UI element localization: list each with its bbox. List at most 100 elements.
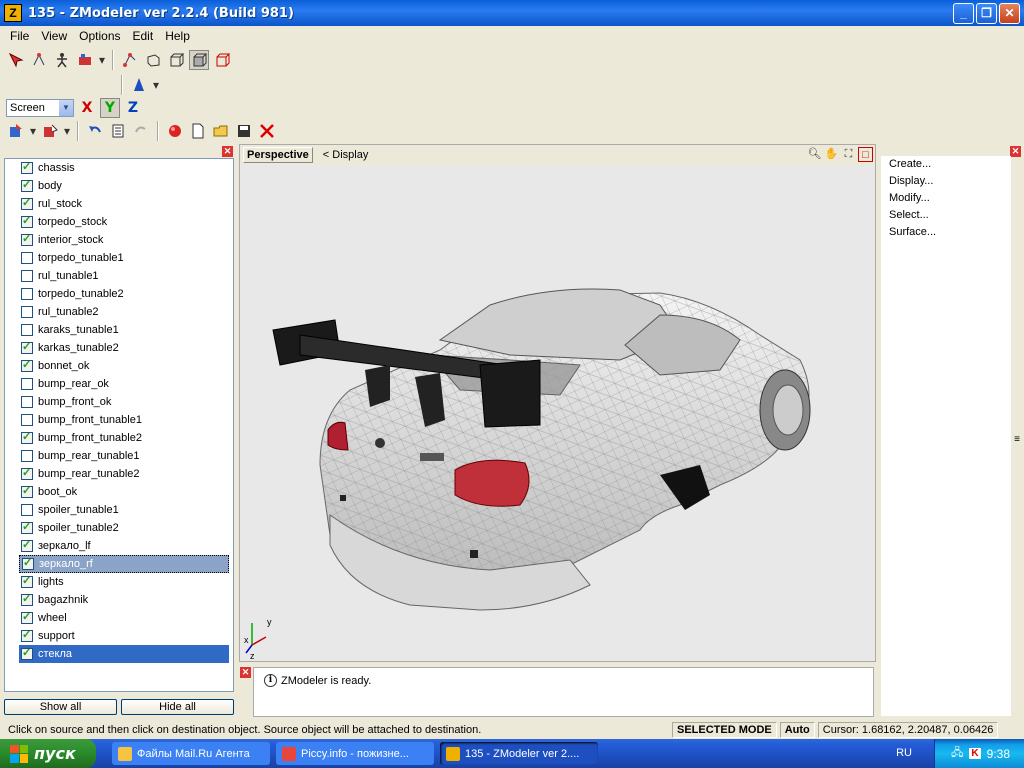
hide-all-button[interactable]: Hide all <box>121 699 234 715</box>
show-all-button[interactable]: Show all <box>4 699 117 715</box>
visibility-checkbox[interactable] <box>22 556 34 570</box>
object-list-item[interactable]: lights <box>5 573 233 591</box>
close-file-icon[interactable] <box>257 121 277 141</box>
visibility-checkbox[interactable] <box>21 378 33 390</box>
visibility-checkbox[interactable] <box>21 628 33 642</box>
visibility-checkbox[interactable] <box>21 592 33 606</box>
axis-y-toggle[interactable]: Y <box>100 98 120 118</box>
pan-hand-icon[interactable]: ✋ <box>824 147 839 162</box>
object-list-item[interactable]: spoiler_tunable2 <box>5 519 233 537</box>
display-toggle[interactable]: < Display <box>323 149 369 161</box>
visibility-checkbox[interactable] <box>21 160 33 174</box>
close-button[interactable]: ✕ <box>999 3 1020 24</box>
object-list-item[interactable]: зеркало_rf <box>19 555 229 573</box>
object-list-item[interactable]: bonnet_ok <box>5 357 233 375</box>
visibility-checkbox[interactable] <box>21 466 33 480</box>
taskbar-button[interactable]: Piccy.info - пожизне... <box>276 742 434 765</box>
object-list-item[interactable]: rul_tunable2 <box>5 303 233 321</box>
object-list-item[interactable]: bagazhnik <box>5 591 233 609</box>
snap-tool-icon[interactable] <box>75 50 95 70</box>
command-create[interactable]: Create... <box>881 156 1011 173</box>
object-list-item[interactable]: bump_front_tunable2 <box>5 429 233 447</box>
vertex-mode-icon[interactable] <box>120 50 140 70</box>
zoom-icon[interactable]: 🔍︎ <box>807 147 822 162</box>
visibility-checkbox[interactable] <box>21 450 33 462</box>
new-file-icon[interactable] <box>188 121 208 141</box>
visibility-checkbox[interactable] <box>21 610 33 624</box>
visibility-checkbox[interactable] <box>21 340 33 354</box>
face-mode-icon[interactable] <box>143 50 163 70</box>
visibility-checkbox[interactable] <box>21 288 33 300</box>
network-icon[interactable]: 🖧 <box>951 744 963 763</box>
object-list-item[interactable]: karaks_tunable1 <box>5 321 233 339</box>
visibility-checkbox[interactable] <box>21 520 33 534</box>
taskbar-button[interactable]: 135 - ZModeler ver 2.... <box>440 742 598 765</box>
close-icon[interactable]: ✕ <box>1010 146 1021 157</box>
maximize-viewport-icon[interactable]: □ <box>858 147 873 162</box>
axis-x-toggle[interactable]: X <box>77 98 97 118</box>
visibility-checkbox[interactable] <box>21 538 33 552</box>
visibility-checkbox[interactable] <box>21 270 33 282</box>
visibility-checkbox[interactable] <box>21 430 33 444</box>
menu-edit[interactable]: Edit <box>127 27 160 45</box>
visibility-checkbox[interactable] <box>21 306 33 318</box>
box-select-icon[interactable] <box>212 50 232 70</box>
splitter-grip-icon[interactable]: ≡ <box>1014 434 1020 445</box>
import-icon[interactable] <box>6 121 26 141</box>
object-list-item[interactable]: стекла <box>19 645 229 663</box>
taskbar-button[interactable]: Файлы Mail.Ru Агента <box>112 742 270 765</box>
viewport-perspective[interactable]: Perspective < Display 🔍︎ ✋ ⛶ □ y x z <box>239 144 876 662</box>
open-folder-icon[interactable] <box>211 121 231 141</box>
object-list-item[interactable]: wheel <box>5 609 233 627</box>
object-list-item[interactable]: karkas_tunable2 <box>5 339 233 357</box>
antivirus-icon[interactable]: K <box>969 748 981 759</box>
visibility-checkbox[interactable] <box>21 252 33 264</box>
dropdown-arrow-icon[interactable]: ▾ <box>63 121 71 141</box>
menu-help[interactable]: Help <box>159 27 196 45</box>
command-surface[interactable]: Surface... <box>881 224 1011 241</box>
maximize-button[interactable]: ❐ <box>976 3 997 24</box>
save-icon[interactable] <box>234 121 254 141</box>
visibility-checkbox[interactable] <box>21 646 33 660</box>
command-display[interactable]: Display... <box>881 173 1011 190</box>
start-button[interactable]: пуск <box>0 739 96 768</box>
menu-options[interactable]: Options <box>73 27 126 45</box>
object-list-item[interactable]: bump_rear_tunable2 <box>5 465 233 483</box>
object-mode-icon[interactable] <box>166 50 186 70</box>
render-icon[interactable] <box>165 121 185 141</box>
command-select[interactable]: Select... <box>881 207 1011 224</box>
object-list-item[interactable]: зеркало_lf <box>5 537 233 555</box>
visibility-checkbox[interactable] <box>21 504 33 516</box>
visibility-checkbox[interactable] <box>21 196 33 210</box>
undo-icon[interactable] <box>85 121 105 141</box>
object-list-item[interactable]: torpedo_tunable2 <box>5 285 233 303</box>
export-icon[interactable] <box>40 121 60 141</box>
visibility-checkbox[interactable] <box>21 396 33 408</box>
normals-icon[interactable] <box>129 75 149 95</box>
object-list-item[interactable]: rul_tunable1 <box>5 267 233 285</box>
visibility-checkbox[interactable] <box>21 574 33 588</box>
axis-z-toggle[interactable]: Z <box>123 98 143 118</box>
object-list-item[interactable]: interior_stock <box>5 231 233 249</box>
close-icon[interactable]: ✕ <box>240 667 251 678</box>
clock[interactable]: 9:38 <box>987 747 1010 761</box>
object-list-item[interactable]: spoiler_tunable1 <box>5 501 233 519</box>
viewport-canvas[interactable]: y x z <box>240 165 875 661</box>
object-list-item[interactable]: body <box>5 177 233 195</box>
command-modify[interactable]: Modify... <box>881 190 1011 207</box>
viewport-tab[interactable]: Perspective <box>243 147 313 163</box>
object-list-item[interactable]: bump_rear_ok <box>5 375 233 393</box>
menu-view[interactable]: View <box>35 27 73 45</box>
visibility-checkbox[interactable] <box>21 178 33 192</box>
minimize-button[interactable]: _ <box>953 3 974 24</box>
fit-view-icon[interactable]: ⛶ <box>841 147 856 162</box>
app-icon[interactable]: Z <box>4 4 22 22</box>
mesh-mode-icon[interactable] <box>189 50 209 70</box>
dropdown-arrow-icon[interactable]: ▾ <box>29 121 37 141</box>
object-list-item[interactable]: bump_rear_tunable1 <box>5 447 233 465</box>
dropdown-arrow-icon[interactable]: ▾ <box>152 75 160 95</box>
visibility-checkbox[interactable] <box>21 214 33 228</box>
visibility-checkbox[interactable] <box>21 414 33 426</box>
object-list-item[interactable]: support <box>5 627 233 645</box>
menu-file[interactable]: File <box>4 27 35 45</box>
